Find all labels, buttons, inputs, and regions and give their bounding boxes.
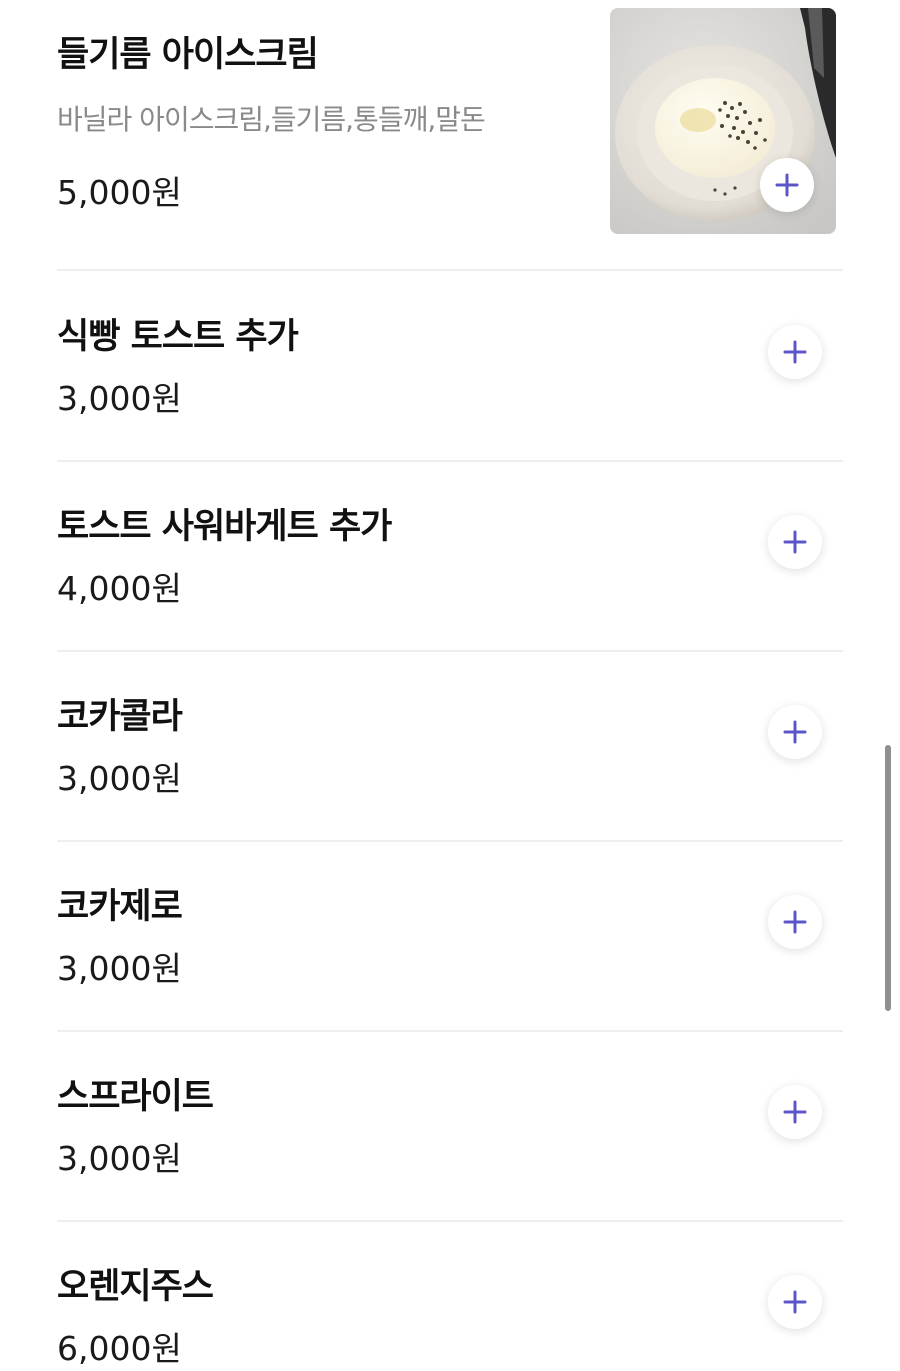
plus-icon bbox=[783, 340, 807, 364]
menu-item-name: 토스트 사워바게트 추가 bbox=[57, 507, 392, 547]
menu-item-price: 6,000원 bbox=[57, 1329, 182, 1368]
menu-item[interactable]: 들기름 아이스크림 바닐라 아이스크림,들기름,통들깨,말돈 5,000원 bbox=[57, 0, 843, 270]
menu-item-name: 들기름 아이스크림 bbox=[57, 35, 319, 75]
menu-list: 들기름 아이스크림 바닐라 아이스크림,들기름,통들깨,말돈 5,000원 식빵… bbox=[0, 0, 900, 1371]
plus-icon bbox=[783, 910, 807, 934]
menu-item-price: 3,000원 bbox=[57, 1139, 182, 1178]
add-button[interactable] bbox=[768, 515, 822, 569]
menu-item-name: 식빵 토스트 추가 bbox=[57, 317, 299, 357]
menu-item-price: 3,000원 bbox=[57, 949, 182, 988]
menu-item-image bbox=[610, 8, 836, 234]
menu-item[interactable]: 식빵 토스트 추가 3,000원 bbox=[57, 271, 843, 461]
plus-icon bbox=[783, 530, 807, 554]
add-button[interactable] bbox=[760, 158, 814, 212]
plus-icon bbox=[783, 720, 807, 744]
menu-item[interactable]: 스프라이트 3,000원 bbox=[57, 1032, 843, 1220]
menu-item[interactable]: 코카제로 3,000원 bbox=[57, 842, 843, 1030]
menu-item[interactable]: 오렌지주스 6,000원 bbox=[57, 1222, 843, 1371]
plus-icon bbox=[783, 1100, 807, 1124]
add-button[interactable] bbox=[768, 705, 822, 759]
menu-item-description: 바닐라 아이스크림,들기름,통들깨,말돈 bbox=[57, 103, 486, 136]
menu-item-name: 코카제로 bbox=[57, 887, 183, 927]
add-button[interactable] bbox=[768, 1085, 822, 1139]
menu-item-name: 코카콜라 bbox=[57, 697, 183, 737]
menu-item-price: 4,000원 bbox=[57, 569, 182, 608]
menu-item-name: 오렌지주스 bbox=[57, 1267, 214, 1307]
menu-item[interactable]: 토스트 사워바게트 추가 4,000원 bbox=[57, 462, 843, 650]
plus-icon bbox=[783, 1290, 807, 1314]
menu-item-name: 스프라이트 bbox=[57, 1077, 214, 1117]
menu-item-price: 3,000원 bbox=[57, 379, 182, 418]
menu-item-price: 5,000원 bbox=[57, 173, 182, 212]
menu-item-price: 3,000원 bbox=[57, 759, 182, 798]
add-button[interactable] bbox=[768, 1275, 822, 1329]
plus-icon bbox=[775, 173, 799, 197]
add-button[interactable] bbox=[768, 325, 822, 379]
menu-item[interactable]: 코카콜라 3,000원 bbox=[57, 652, 843, 840]
add-button[interactable] bbox=[768, 895, 822, 949]
scrollbar[interactable] bbox=[885, 745, 891, 1011]
